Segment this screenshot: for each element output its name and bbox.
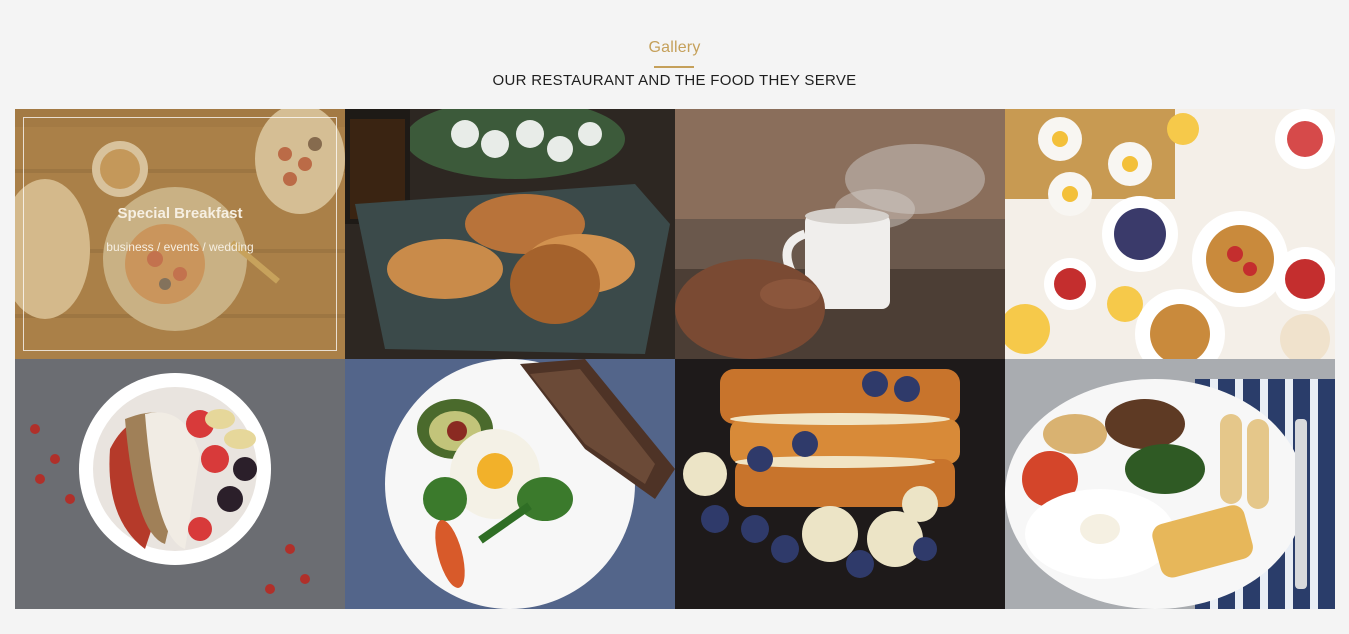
gallery-item-waffles-brunch[interactable] bbox=[1005, 109, 1335, 359]
gallery-item-smoothie-bowl[interactable] bbox=[15, 359, 345, 609]
croissants-photo bbox=[345, 109, 675, 359]
coffee-cup-photo bbox=[675, 109, 1005, 359]
gallery-grid: Special Breakfast business / events / we… bbox=[15, 109, 1335, 609]
gallery-item-breakfast-table[interactable]: Special Breakfast business / events / we… bbox=[15, 109, 345, 359]
gallery-item-english-breakfast[interactable] bbox=[1005, 359, 1335, 609]
smoothie-bowl-photo bbox=[15, 359, 345, 609]
overlay-title: Special Breakfast bbox=[117, 205, 243, 222]
gallery-item-french-toast[interactable] bbox=[675, 359, 1005, 609]
waffles-brunch-photo bbox=[1005, 109, 1335, 359]
overlay-subtitle: business / events / wedding bbox=[106, 240, 254, 254]
gallery-item-coffee-cup[interactable] bbox=[675, 109, 1005, 359]
title-divider bbox=[654, 66, 694, 68]
gallery-item-croissants[interactable] bbox=[345, 109, 675, 359]
overlay-frame bbox=[23, 117, 337, 351]
section-eyebrow: Gallery bbox=[648, 39, 701, 56]
english-breakfast-photo bbox=[1005, 359, 1335, 609]
avocado-egg-plate-photo bbox=[345, 359, 675, 609]
section-title: OUR RESTAURANT AND THE FOOD THEY SERVE bbox=[492, 72, 857, 89]
gallery-item-avocado-egg-plate[interactable] bbox=[345, 359, 675, 609]
french-toast-photo bbox=[675, 359, 1005, 609]
